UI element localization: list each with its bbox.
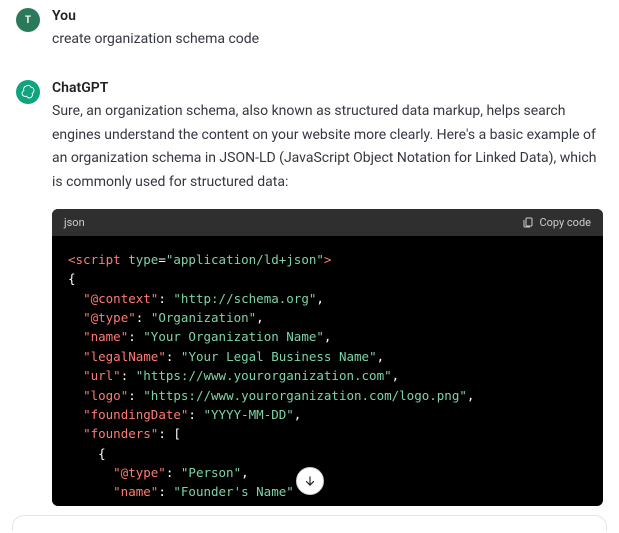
clipboard-icon [522,216,534,228]
assistant-message-body: ChatGPT Sure, an organization schema, al… [52,80,603,506]
copy-code-label: Copy code [539,216,591,229]
user-avatar: T [16,8,40,32]
message-input[interactable] [12,515,607,531]
assistant-message: ChatGPT Sure, an organization schema, al… [16,80,603,506]
code-token: "@context" [83,291,158,306]
arrow-down-icon [303,474,317,488]
user-text: create organization schema code [52,28,603,52]
code-token: "Your Legal Business Name" [181,349,377,364]
assistant-name: ChatGPT [52,80,603,96]
code-token: "YYYY-MM-DD" [203,407,293,422]
assistant-avatar [16,80,40,104]
user-message: T You create organization schema code [16,8,603,52]
code-token: "name" [113,484,158,499]
code-token: type [128,252,158,267]
code-token: "http://schema.org" [173,291,316,306]
code-token: "legalName" [83,349,166,364]
code-token: "@type" [83,310,136,325]
assistant-text: Sure, an organization schema, also known… [52,100,603,195]
code-token: "founders" [83,426,158,441]
code-token: "url" [83,368,121,383]
code-token: <script [68,252,121,267]
chatgpt-logo-icon [20,84,36,100]
copy-code-button[interactable]: Copy code [522,216,591,229]
code-token: > [324,252,332,267]
code-token: "https://www.yourorganization.com/logo.p… [143,388,467,403]
user-avatar-letter: T [25,15,31,26]
scroll-to-bottom-button[interactable] [296,467,324,495]
code-token: "Founder's Name" [173,484,293,499]
code-content[interactable]: <script type="application/ld+json"> { "@… [52,236,603,506]
code-token: "name" [83,329,128,344]
code-token: = [158,252,166,267]
user-name: You [52,8,603,24]
code-token: "Your Organization Name" [143,329,324,344]
code-token: "Organization" [151,310,256,325]
code-language-label: json [64,216,85,229]
code-token: "@type" [113,465,166,480]
code-token: "https://www.yourorganization.com" [136,368,392,383]
code-token: "logo" [83,388,128,403]
code-token: "Person" [181,465,241,480]
code-token: { [68,271,76,286]
code-token: "application/ld+json" [166,252,324,267]
user-message-body: You create organization schema code [52,8,603,52]
code-block: json Copy code <script type="application… [52,209,603,506]
code-header: json Copy code [52,209,603,236]
chat-container: T You create organization schema code Ch… [0,0,619,506]
code-token: "foundingDate" [83,407,188,422]
